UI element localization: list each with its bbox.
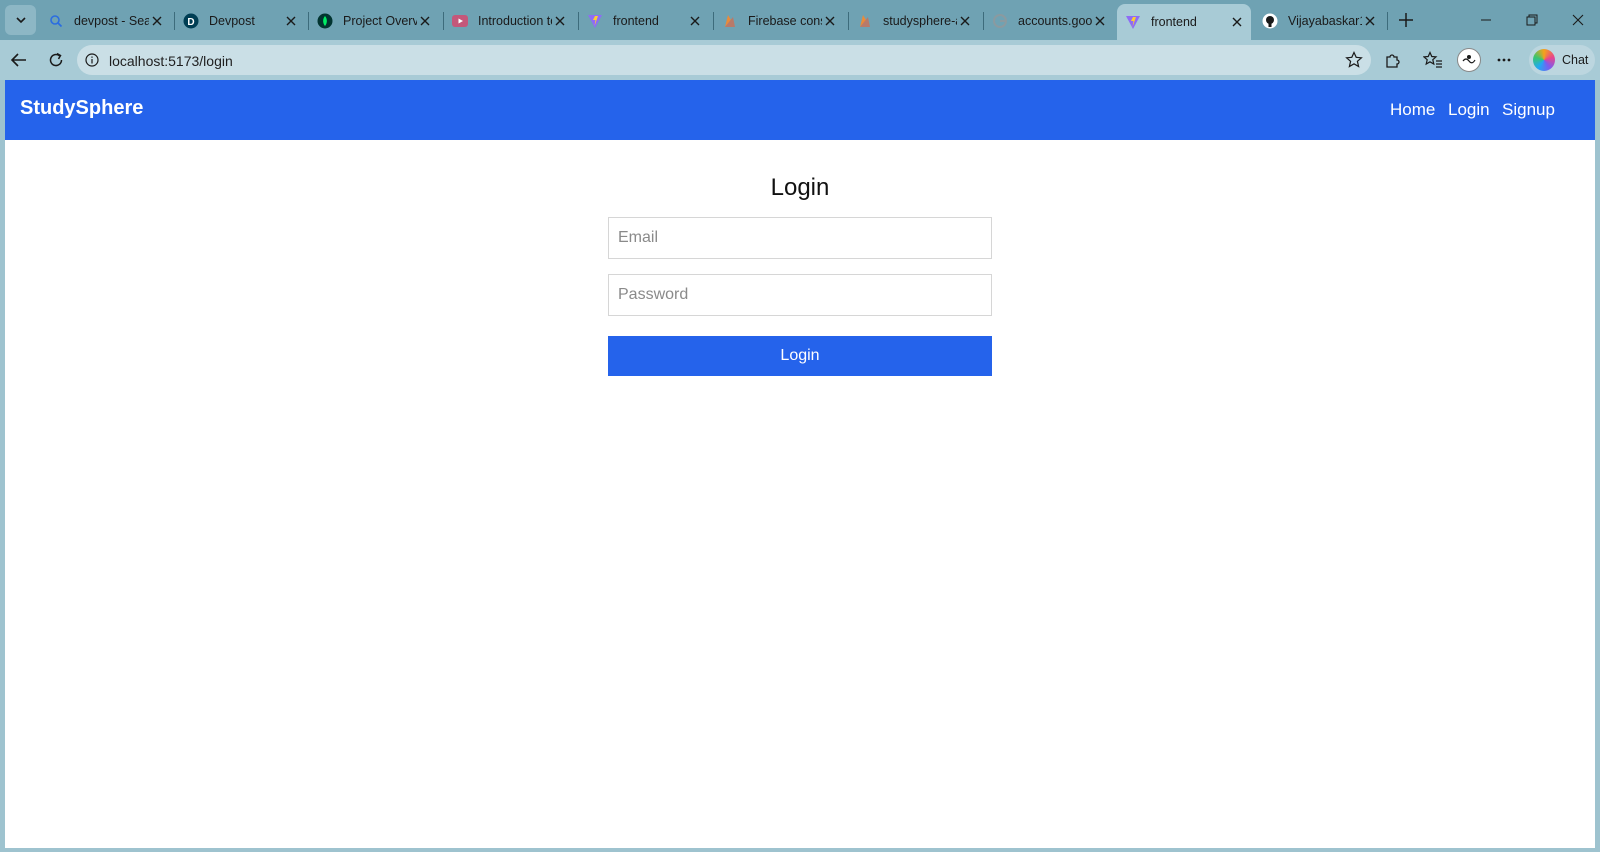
tab-title: frontend [1151,15,1197,29]
vite-icon [587,13,603,29]
more-horizontal-icon [1497,58,1511,62]
github-icon [1262,13,1278,29]
info-icon[interactable] [84,52,100,68]
restore-icon [1526,14,1538,26]
address-bar[interactable] [77,45,1371,75]
browser-tab-devpost[interactable]: D Devpost [175,6,305,36]
restore-button[interactable] [1518,8,1546,32]
search-icon [48,13,64,29]
email-field[interactable] [608,217,992,259]
favorites-icon [1423,51,1442,68]
close-icon[interactable] [283,13,299,29]
close-icon[interactable] [1092,13,1108,29]
back-button[interactable] [5,46,33,74]
minimize-button[interactable] [1472,8,1500,32]
login-button[interactable]: Login [608,336,992,376]
tab-title: accounts.goog [1018,14,1092,28]
nav-link-signup[interactable]: Signup [1502,100,1555,120]
tab-title: Vijayabaskar10 [1288,14,1362,28]
app-navbar: StudySphere Home Login Signup [5,80,1595,140]
tab-title: devpost - Sear [74,14,149,28]
browser-tab-strip: devpost - Sear D Devpost Project Overvie… [0,0,1600,40]
tab-actions-menu-button[interactable] [5,5,36,35]
vite-icon [1125,14,1141,30]
minimize-icon [1481,19,1491,21]
browser-tab-accounts-google[interactable]: accounts.goog [984,6,1114,36]
browser-tab-github[interactable]: Vijayabaskar10 [1254,6,1384,36]
chat-label: Chat [1562,53,1589,67]
reload-button[interactable] [42,46,70,74]
nav-link-home[interactable]: Home [1390,100,1435,120]
new-tab-button[interactable] [1394,8,1418,32]
browser-tab-frontend[interactable]: frontend [579,6,709,36]
browser-tab-introduction[interactable]: Introduction to [444,6,574,36]
close-icon[interactable] [822,13,838,29]
close-icon[interactable] [1362,13,1378,29]
avatar-icon [1462,55,1476,64]
nav-link-login[interactable]: Login [1448,100,1490,120]
close-icon[interactable] [552,13,568,29]
reload-icon [49,52,63,67]
browser-tab-devpost-search[interactable]: devpost - Sear [40,6,171,36]
firebase-icon [722,13,738,29]
tab-divider [1387,12,1388,30]
close-window-button[interactable] [1564,8,1592,32]
page-title: Login [770,174,830,201]
address-input[interactable] [107,48,1311,74]
close-icon[interactable] [417,13,433,29]
tab-title: Project Overvie [343,14,417,28]
password-field[interactable] [608,274,992,316]
mongodb-icon [317,13,333,29]
firebase-icon [857,13,873,29]
browser-toolbar: Chat [0,40,1600,80]
page-viewport: StudySphere Home Login Signup Login Logi… [5,80,1595,848]
tab-title: Firebase conso [748,14,822,28]
star-icon[interactable] [1345,51,1363,69]
copilot-chat-button[interactable]: Chat [1529,45,1595,75]
plus-icon [1399,13,1413,27]
copilot-icon [1533,49,1555,71]
tab-title: Devpost [209,14,255,28]
close-icon[interactable] [687,13,703,29]
close-icon [1572,14,1584,26]
arrow-left-icon [10,53,26,67]
svg-text:D: D [187,17,194,28]
browser-tab-firebase-console[interactable]: Firebase conso [714,6,844,36]
tab-title: Introduction to [478,14,552,28]
browser-tab-studysphere[interactable]: studysphere-a [849,6,979,36]
more-menu-button[interactable] [1490,46,1518,74]
browser-tab-project-overview[interactable]: Project Overvie [309,6,439,36]
puzzle-icon [1386,54,1400,68]
youtube-icon [452,13,468,29]
extensions-button[interactable] [1379,46,1407,74]
tab-title: frontend [613,14,659,28]
devpost-icon: D [183,13,199,29]
browser-tab-frontend-active[interactable]: frontend [1117,4,1251,40]
tab-title: studysphere-a [883,14,957,28]
close-icon[interactable] [957,13,973,29]
close-icon[interactable] [1229,14,1245,30]
chevron-down-icon [15,17,26,24]
brand-logo[interactable]: StudySphere [20,97,143,120]
profile-avatar[interactable] [1457,48,1481,72]
close-icon[interactable] [149,13,165,29]
google-icon [992,13,1008,29]
favorites-button[interactable] [1419,46,1447,74]
